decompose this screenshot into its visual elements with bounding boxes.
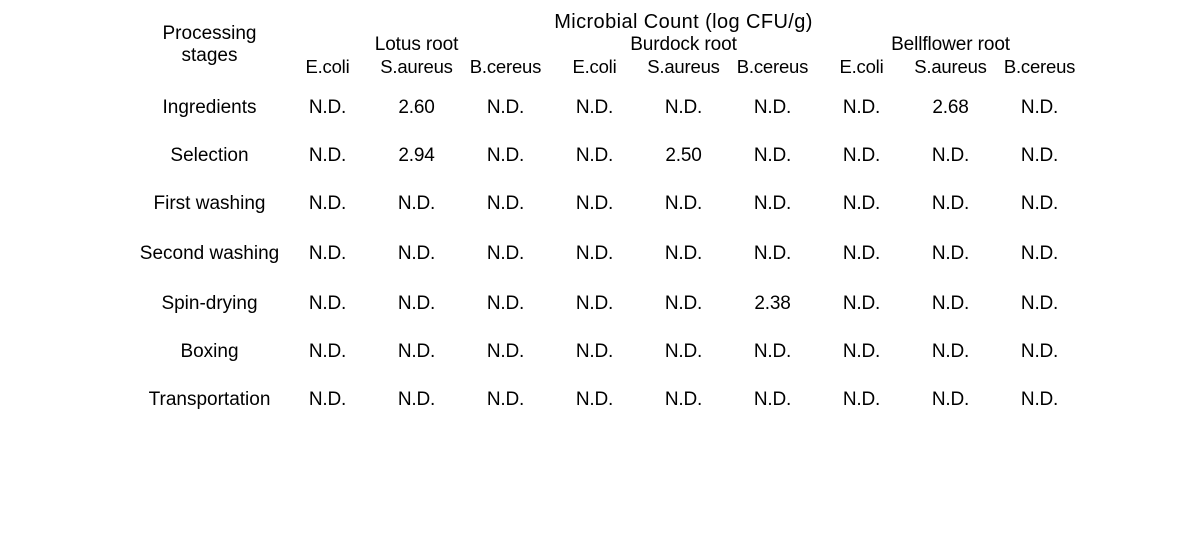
table-row: Spin-drying N.D. N.D. N.D. N.D. N.D. 2.3… bbox=[136, 280, 1084, 328]
cell-selection-lotus-bcereus: N.D. bbox=[486, 145, 525, 166]
cell-second-washing-lotus-ecoli: N.D. bbox=[308, 243, 347, 264]
cell-transportation-burdock-ecoli: N.D. bbox=[575, 389, 614, 410]
cell-boxing-lotus-bcereus: N.D. bbox=[486, 341, 525, 362]
cell-boxing-burdock-bcereus: N.D. bbox=[753, 341, 792, 362]
cell-transportation-lotus-saureus: N.D. bbox=[397, 389, 436, 410]
cell-boxing-burdock-saureus: N.D. bbox=[664, 341, 703, 362]
table-row: Transportation N.D. N.D. N.D. N.D. N.D. … bbox=[136, 376, 1084, 430]
cell-first-washing-bellflower-ecoli: N.D. bbox=[842, 193, 881, 214]
cell-second-washing-bellflower-bcereus: N.D. bbox=[1020, 243, 1059, 264]
cell-transportation-bellflower-ecoli: N.D. bbox=[842, 389, 881, 410]
cell-selection-bellflower-bcereus: N.D. bbox=[1020, 145, 1059, 166]
cell-transportation-bellflower-saureus: N.D. bbox=[931, 389, 970, 410]
cell-spin-drying-burdock-saureus: N.D. bbox=[664, 293, 703, 314]
cell-first-washing-burdock-bcereus: N.D. bbox=[753, 193, 792, 214]
cell-first-washing-burdock-saureus: N.D. bbox=[664, 193, 703, 214]
row-label-transportation: Transportation bbox=[148, 389, 271, 411]
row-label-first-washing: First washing bbox=[153, 193, 266, 215]
table-body: Ingredients N.D. 2.60 N.D. N.D. N.D. N.D… bbox=[136, 78, 1084, 430]
table-container: Processing stages Microbial Count (log C… bbox=[0, 0, 1190, 547]
cell-ingredients-lotus-saureus: 2.60 bbox=[398, 97, 435, 118]
cell-second-washing-burdock-saureus: N.D. bbox=[664, 243, 703, 264]
stage-column-header: Processing stages bbox=[162, 22, 257, 66]
cell-transportation-bellflower-bcereus: N.D. bbox=[1020, 389, 1059, 410]
cell-spin-drying-bellflower-ecoli: N.D. bbox=[842, 293, 881, 314]
cell-boxing-lotus-ecoli: N.D. bbox=[308, 341, 347, 362]
cell-second-washing-bellflower-saureus: N.D. bbox=[931, 243, 970, 264]
species-header-lotus-bcereus: B.cereus bbox=[469, 56, 542, 77]
cell-selection-burdock-ecoli: N.D. bbox=[575, 145, 614, 166]
species-header-burdock-ecoli: E.coli bbox=[572, 56, 617, 77]
table-row: Ingredients N.D. 2.60 N.D. N.D. N.D. N.D… bbox=[136, 78, 1084, 132]
microbial-count-table: Processing stages Microbial Count (log C… bbox=[136, 11, 1084, 430]
cell-second-washing-bellflower-ecoli: N.D. bbox=[842, 243, 881, 264]
cell-boxing-bellflower-ecoli: N.D. bbox=[842, 341, 881, 362]
cell-ingredients-burdock-bcereus: N.D. bbox=[753, 97, 792, 118]
table-row: Selection N.D. 2.94 N.D. N.D. 2.50 N.D. … bbox=[136, 132, 1084, 180]
species-header-lotus-saureus: S.aureus bbox=[380, 56, 453, 77]
cell-transportation-burdock-saureus: N.D. bbox=[664, 389, 703, 410]
cell-transportation-lotus-bcereus: N.D. bbox=[486, 389, 525, 410]
table-row: Boxing N.D. N.D. N.D. N.D. N.D. N.D. N.D… bbox=[136, 328, 1084, 376]
group-header-burdock-root: Burdock root bbox=[630, 34, 737, 55]
cell-ingredients-lotus-ecoli: N.D. bbox=[308, 97, 347, 118]
cell-spin-drying-burdock-bcereus: 2.38 bbox=[754, 293, 791, 314]
cell-spin-drying-burdock-ecoli: N.D. bbox=[575, 293, 614, 314]
cell-selection-lotus-saureus: 2.94 bbox=[398, 145, 435, 166]
species-header-burdock-saureus: S.aureus bbox=[647, 56, 720, 77]
species-header-burdock-bcereus: B.cereus bbox=[736, 56, 809, 77]
row-label-boxing: Boxing bbox=[180, 341, 239, 363]
species-header-lotus-ecoli: E.coli bbox=[305, 56, 350, 77]
cell-boxing-bellflower-bcereus: N.D. bbox=[1020, 341, 1059, 362]
cell-ingredients-burdock-ecoli: N.D. bbox=[575, 97, 614, 118]
cell-first-washing-burdock-ecoli: N.D. bbox=[575, 193, 614, 214]
group-header-lotus-root: Lotus root bbox=[374, 34, 459, 55]
cell-ingredients-burdock-saureus: N.D. bbox=[664, 97, 703, 118]
cell-selection-bellflower-ecoli: N.D. bbox=[842, 145, 881, 166]
cell-second-washing-lotus-bcereus: N.D. bbox=[486, 243, 525, 264]
cell-first-washing-lotus-saureus: N.D. bbox=[397, 193, 436, 214]
cell-ingredients-bellflower-bcereus: N.D. bbox=[1020, 97, 1059, 118]
cell-selection-bellflower-saureus: N.D. bbox=[931, 145, 970, 166]
cell-transportation-burdock-bcereus: N.D. bbox=[753, 389, 792, 410]
species-header-bellflower-bcereus: B.cereus bbox=[1003, 56, 1076, 77]
cell-boxing-burdock-ecoli: N.D. bbox=[575, 341, 614, 362]
cell-ingredients-lotus-bcereus: N.D. bbox=[486, 97, 525, 118]
table-row: Second washing N.D. N.D. N.D. N.D. N.D. … bbox=[136, 228, 1084, 280]
species-header-bellflower-saureus: S.aureus bbox=[914, 56, 987, 77]
cell-selection-lotus-ecoli: N.D. bbox=[308, 145, 347, 166]
row-label-selection: Selection bbox=[170, 145, 249, 167]
cell-spin-drying-lotus-ecoli: N.D. bbox=[308, 293, 347, 314]
cell-selection-burdock-bcereus: N.D. bbox=[753, 145, 792, 166]
cell-first-washing-lotus-bcereus: N.D. bbox=[486, 193, 525, 214]
row-label-second-washing: Second washing bbox=[139, 243, 280, 265]
cell-transportation-lotus-ecoli: N.D. bbox=[308, 389, 347, 410]
row-label-spin-drying: Spin-drying bbox=[161, 293, 258, 315]
cell-ingredients-bellflower-saureus: 2.68 bbox=[932, 97, 969, 118]
cell-second-washing-burdock-bcereus: N.D. bbox=[753, 243, 792, 264]
table-row: First washing N.D. N.D. N.D. N.D. N.D. N… bbox=[136, 180, 1084, 228]
cell-second-washing-burdock-ecoli: N.D. bbox=[575, 243, 614, 264]
species-header-bellflower-ecoli: E.coli bbox=[839, 56, 884, 77]
cell-spin-drying-lotus-bcereus: N.D. bbox=[486, 293, 525, 314]
table-header: Processing stages Microbial Count (log C… bbox=[136, 11, 1084, 78]
cell-second-washing-lotus-saureus: N.D. bbox=[397, 243, 436, 264]
cell-first-washing-bellflower-bcereus: N.D. bbox=[1020, 193, 1059, 214]
cell-boxing-lotus-saureus: N.D. bbox=[397, 341, 436, 362]
cell-spin-drying-bellflower-bcereus: N.D. bbox=[1020, 293, 1059, 314]
cell-first-washing-bellflower-saureus: N.D. bbox=[931, 193, 970, 214]
group-header-bellflower-root: Bellflower root bbox=[891, 34, 1010, 55]
cell-spin-drying-lotus-saureus: N.D. bbox=[397, 293, 436, 314]
table-title: Microbial Count (log CFU/g) bbox=[554, 11, 813, 33]
row-label-ingredients: Ingredients bbox=[162, 97, 257, 119]
header-row-title: Processing stages Microbial Count (log C… bbox=[136, 11, 1084, 66]
cell-spin-drying-bellflower-saureus: N.D. bbox=[931, 293, 970, 314]
cell-first-washing-lotus-ecoli: N.D. bbox=[308, 193, 347, 214]
cell-ingredients-bellflower-ecoli: N.D. bbox=[842, 97, 881, 118]
cell-selection-burdock-saureus: 2.50 bbox=[665, 145, 702, 166]
cell-boxing-bellflower-saureus: N.D. bbox=[931, 341, 970, 362]
